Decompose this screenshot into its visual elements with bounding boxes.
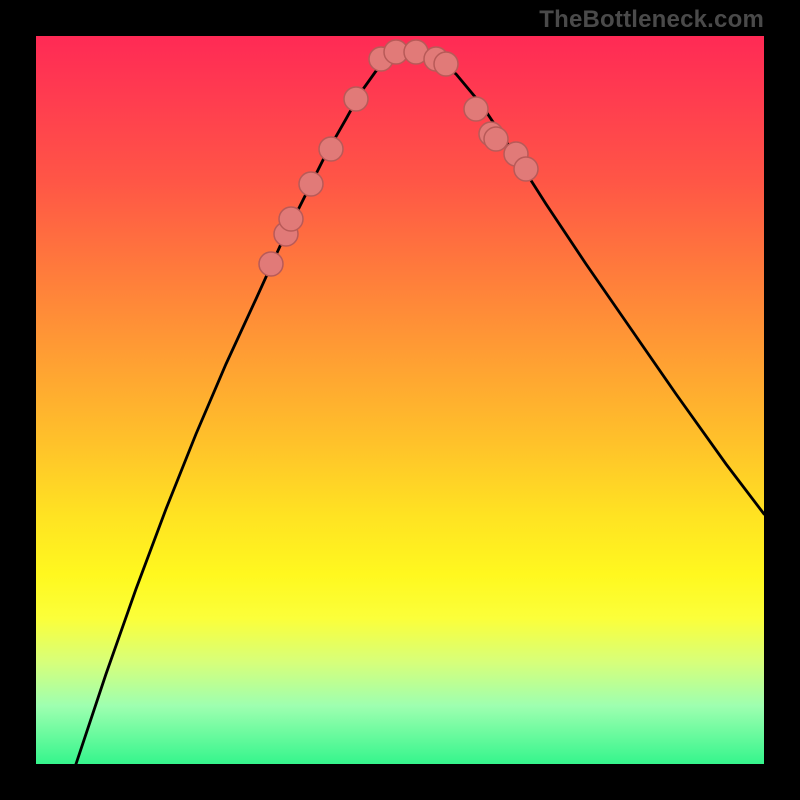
highlight-dot bbox=[279, 207, 303, 231]
outer-frame: TheBottleneck.com bbox=[0, 0, 800, 800]
highlight-dot bbox=[484, 127, 508, 151]
highlight-dot bbox=[319, 137, 343, 161]
bottleneck-curve bbox=[76, 52, 764, 764]
highlight-dot bbox=[464, 97, 488, 121]
chart-svg bbox=[36, 36, 764, 764]
highlight-dot bbox=[259, 252, 283, 276]
chart-plot-area bbox=[36, 36, 764, 764]
watermark-text: TheBottleneck.com bbox=[539, 6, 764, 34]
highlight-dot bbox=[514, 157, 538, 181]
highlight-dot bbox=[344, 87, 368, 111]
highlight-dot bbox=[434, 52, 458, 76]
highlight-dot bbox=[299, 172, 323, 196]
highlight-dots-group bbox=[259, 40, 538, 276]
